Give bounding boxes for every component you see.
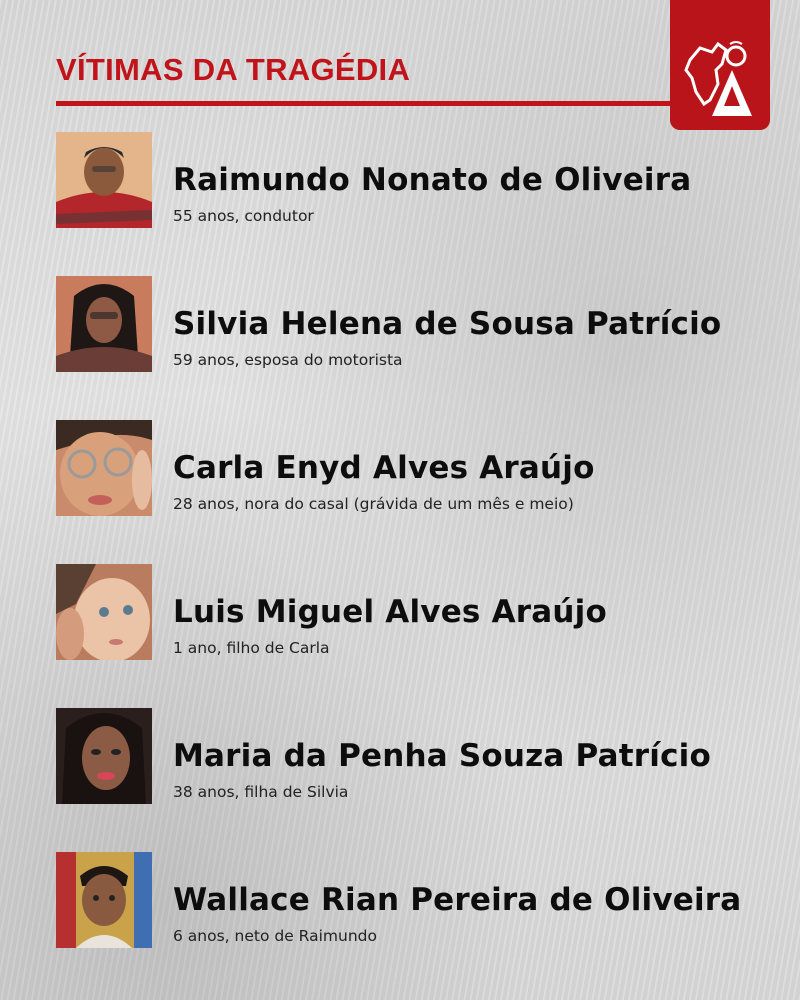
victim-name: Silvia Helena de Sousa Patrício	[173, 306, 722, 342]
victim-photo	[56, 852, 152, 948]
victim-photo	[56, 276, 152, 372]
victim-photo	[56, 708, 152, 804]
victim-item: Wallace Rian Pereira de Oliveira 6 anos,…	[56, 852, 776, 948]
victim-description: 38 anos, filha de Silvia	[173, 783, 349, 801]
victim-photo	[56, 420, 152, 516]
victim-description: 59 anos, esposa do motorista	[173, 351, 403, 369]
title-underline	[56, 101, 670, 106]
brand-logo-badge	[670, 0, 770, 130]
victim-item: Maria da Penha Souza Patrício 38 anos, f…	[56, 708, 776, 804]
victim-item: Carla Enyd Alves Araújo 28 anos, nora do…	[56, 420, 776, 516]
victim-photo	[56, 564, 152, 660]
victim-photo	[56, 132, 152, 228]
victim-item: Luis Miguel Alves Araújo 1 ano, filho de…	[56, 564, 776, 660]
victim-name: Maria da Penha Souza Patrício	[173, 738, 711, 774]
victim-description: 28 anos, nora do casal (grávida de um mê…	[173, 495, 574, 513]
victim-description: 55 anos, condutor	[173, 207, 314, 225]
map-letter-a-logo-icon	[684, 41, 752, 116]
victim-description: 6 anos, neto de Raimundo	[173, 927, 377, 945]
victim-item: Raimundo Nonato de Oliveira 55 anos, con…	[56, 132, 776, 228]
victim-description: 1 ano, filho de Carla	[173, 639, 330, 657]
page-title: VÍTIMAS DA TRAGÉDIA	[56, 52, 411, 87]
victim-name: Raimundo Nonato de Oliveira	[173, 162, 692, 198]
victim-name: Carla Enyd Alves Araújo	[173, 450, 595, 486]
victim-name: Luis Miguel Alves Araújo	[173, 594, 607, 630]
victim-item: Silvia Helena de Sousa Patrício 59 anos,…	[56, 276, 776, 372]
victim-name: Wallace Rian Pereira de Oliveira	[173, 882, 742, 918]
